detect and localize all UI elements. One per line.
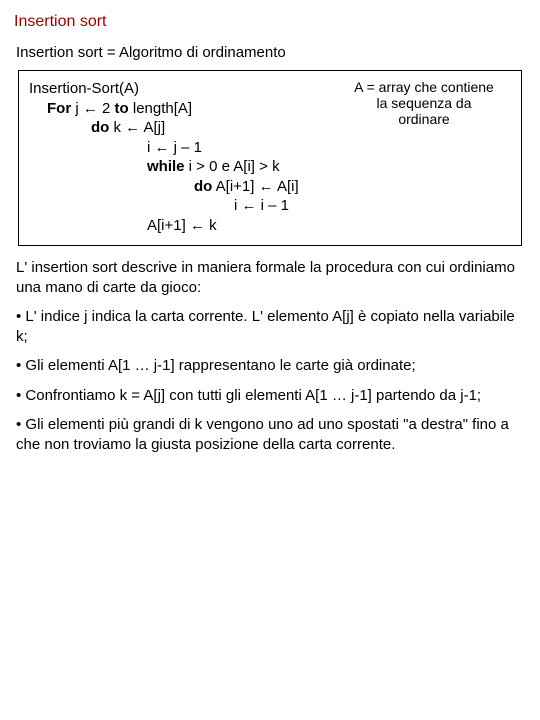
algorithm-box: A = array che contiene la sequenza da or… — [18, 70, 522, 246]
note-line-1: A = array che contiene — [339, 79, 509, 95]
subtitle: Insertion sort = Algoritmo di ordinament… — [16, 43, 526, 63]
algo-l2b: j ← 2 — [71, 100, 114, 117]
bullet-2: • Gli elementi A[1 … j-1] rappresentano … — [16, 356, 524, 376]
algo-l6b: A[i+1] ← A[i] — [212, 178, 298, 195]
kw-to: to — [115, 100, 129, 117]
paragraph-intro: L' insertion sort descrive in maniera fo… — [16, 258, 524, 297]
algo-line-8: A[i+1] ← k — [29, 216, 511, 236]
algo-line-4: i ← j – 1 — [29, 138, 511, 158]
kw-for: For — [47, 100, 71, 117]
bullet-4: • Gli elementi più grandi di k vengono u… — [16, 415, 524, 454]
algo-l3b: k ← A[j] — [109, 119, 165, 136]
algo-line-6: do A[i+1] ← A[i] — [29, 177, 511, 197]
kw-do-1: do — [91, 119, 109, 136]
algo-l5b: i > 0 e A[i] > k — [185, 158, 280, 175]
note-line-2: la sequenza da — [339, 95, 509, 111]
bullet-3: • Confrontiamo k = A[j] con tutti gli el… — [16, 386, 524, 406]
page-title: Insertion sort — [14, 12, 526, 33]
algo-l2d: length[A] — [129, 100, 192, 117]
kw-do-2: do — [194, 178, 212, 195]
bullet-1: • L' indice j indica la carta corrente. … — [16, 307, 524, 346]
algo-line-5: while i > 0 e A[i] > k — [29, 157, 511, 177]
note-line-3: ordinare — [339, 111, 509, 127]
array-note: A = array che contiene la sequenza da or… — [339, 79, 509, 127]
kw-while: while — [147, 158, 185, 175]
algo-line-7: i ← i – 1 — [29, 196, 511, 216]
